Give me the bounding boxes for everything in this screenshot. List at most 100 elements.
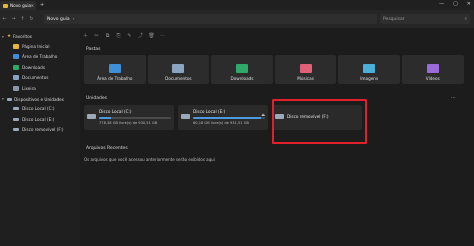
new-button[interactable]: ＋ <box>80 32 91 39</box>
search-icon: ⌕ <box>464 17 467 22</box>
drive-icon <box>13 107 19 111</box>
sidebar-item-device[interactable]: Disco Local (C:) <box>0 104 80 115</box>
minimize-button[interactable]: — <box>439 1 444 7</box>
drive-usage-bar <box>99 117 171 119</box>
folder-icon <box>3 3 8 8</box>
address-bar[interactable]: Novo guia › <box>44 14 377 24</box>
sidebar-item-label: Disco Local (E:) <box>22 116 55 122</box>
folder-icon <box>172 64 185 73</box>
folder-card[interactable]: Documentos <box>147 55 210 84</box>
sidebar-item-label: Lixeira <box>22 85 36 91</box>
folder-label: Imagens <box>360 76 379 81</box>
cut-button[interactable]: ✂ <box>91 33 102 39</box>
drive-name: Disco Local (C:) <box>99 109 132 114</box>
close-window-button[interactable]: ✕ <box>467 1 471 7</box>
up-button[interactable]: ↑ <box>18 16 27 22</box>
folder-icon <box>13 75 19 81</box>
folders-grid: Área de Trabalho Documentos Downloads Músic… <box>84 55 464 84</box>
sidebar-item-favorite[interactable]: Página Inicial <box>0 41 80 52</box>
drives-section-title: Unidades <box>86 96 107 101</box>
new-tab-button[interactable]: + <box>40 2 44 8</box>
tab-close-icon[interactable]: ✕ <box>31 3 34 8</box>
sidebar-item-favorite[interactable]: Downloads <box>0 62 80 73</box>
drive-usage-fill <box>193 117 261 119</box>
folder-card[interactable]: Downloads <box>211 55 273 84</box>
tab-novo-guia[interactable]: Novo guia ✕ <box>0 1 36 10</box>
folder-card[interactable]: Vídeos <box>401 55 464 84</box>
sidebar-item-label: Downloads <box>22 64 45 70</box>
drive-name: Disco Local (E:) <box>193 109 226 114</box>
refresh-button[interactable]: ↻ <box>27 16 36 22</box>
search-input[interactable]: Pesquisar ⌕ <box>380 14 470 24</box>
chevron-right-icon: › <box>72 16 75 22</box>
drive-space-info: 60,18 GB livre(s) de 931,51 GB <box>193 121 249 125</box>
chevron-down-icon: ▾ <box>2 97 4 101</box>
sidebar-item-device[interactable]: Disco removível (F:) <box>0 125 80 136</box>
folder-icon <box>299 64 312 73</box>
folder-card[interactable]: Área de Trabalho <box>84 55 146 84</box>
sidebar-item-label: Área de Trabalho <box>22 54 58 60</box>
folder-label: Área de Trabalho <box>97 76 133 81</box>
paste-button[interactable]: ⎘ <box>113 33 124 39</box>
eject-icon[interactable]: ⏏ <box>261 112 265 117</box>
folder-icon <box>363 64 376 73</box>
drive-card[interactable]: Disco Local (E:) 60,18 GB livre(s) de 931… <box>178 105 268 130</box>
window-controls: — ▢ ✕ <box>439 1 471 7</box>
maximize-button[interactable]: ▢ <box>453 1 458 7</box>
drive-usage-bar <box>193 117 265 119</box>
sidebar-item-label: Documentos <box>22 75 49 81</box>
sidebar-item-device[interactable]: Disco Local (E:) <box>0 114 80 125</box>
more-options-button[interactable]: ⋯ <box>451 95 456 101</box>
drive-icon <box>13 128 19 132</box>
sidebar-item-favorite[interactable]: Lixeira <box>0 83 80 94</box>
sidebar-item-label: Página Inicial <box>22 43 50 49</box>
toolbar: ＋ ✂ ⧉ ⎘ ✎ ⤴ 🗑 ⋯ <box>80 28 474 43</box>
folder-icon <box>13 43 19 49</box>
share-button[interactable]: ⤴ <box>135 32 146 39</box>
folders-section-title: Pastas <box>86 47 101 52</box>
forward-button[interactable]: → <box>9 16 18 22</box>
folder-icon <box>13 54 19 60</box>
drive-icon <box>13 117 19 121</box>
folder-icon <box>13 64 19 70</box>
navigation-bar: ← → ↑ ↻ Novo guia › Pesquisar ⌕ <box>0 10 474 28</box>
folder-card[interactable]: Imagens <box>338 55 400 84</box>
drive-icon <box>87 114 96 119</box>
drive-icon <box>7 97 12 101</box>
drive-space-info: 778,38 GB livre(s) de 930,51 GB <box>99 121 158 125</box>
tab-label: Novo guia <box>10 3 32 8</box>
folder-label: Músicas <box>297 76 314 81</box>
drive-usage-fill <box>99 117 111 119</box>
title-bar: Novo guia ✕ + — ▢ ✕ <box>0 0 474 10</box>
recent-section-title: Arquivos Recentes <box>86 146 128 151</box>
address-text: Novo guia <box>47 16 70 22</box>
folder-icon <box>426 64 439 73</box>
folder-icon <box>235 64 248 73</box>
chevron-down-icon: ▾ <box>2 34 4 39</box>
main-content: Pastas Área de Trabalho Documentos Downloa… <box>84 43 470 246</box>
star-icon: ★ <box>7 34 12 39</box>
delete-button[interactable]: 🗑 <box>146 33 157 39</box>
copy-button[interactable]: ⧉ <box>102 33 113 39</box>
folder-card[interactable]: Músicas <box>274 55 337 84</box>
sidebar-group-devices[interactable]: ▾ Dispositivos e Unidades <box>0 95 80 104</box>
folder-icon <box>108 64 121 73</box>
sidebar-group-label: Dispositivos e Unidades <box>14 96 64 102</box>
folder-label: Downloads <box>230 76 254 81</box>
folder-label: Vídeos <box>425 76 440 81</box>
back-button[interactable]: ← <box>0 16 9 22</box>
sidebar-item-label: Disco Local (C:) <box>22 106 55 112</box>
sidebar-item-favorite[interactable]: Área de Trabalho <box>0 52 80 63</box>
search-placeholder: Pesquisar <box>383 16 405 22</box>
sidebar-item-label: Disco removível (F:) <box>22 127 64 133</box>
folder-icon <box>13 85 19 91</box>
sidebar-group-label: Favoritos <box>13 34 32 39</box>
sidebar: ▾ ★ Favoritos Página Inicial Área de Trab… <box>0 28 80 246</box>
sidebar-item-favorite[interactable]: Documentos <box>0 73 80 84</box>
more-button[interactable]: ⋯ <box>157 33 168 39</box>
drive-card[interactable]: Disco Local (C:) 778,38 GB livre(s) de 93… <box>84 105 174 130</box>
rename-button[interactable]: ✎ <box>124 33 135 39</box>
folder-label: Documentos <box>165 76 192 81</box>
sidebar-group-favorites[interactable]: ▾ ★ Favoritos <box>0 32 80 41</box>
highlight-box <box>272 99 367 144</box>
